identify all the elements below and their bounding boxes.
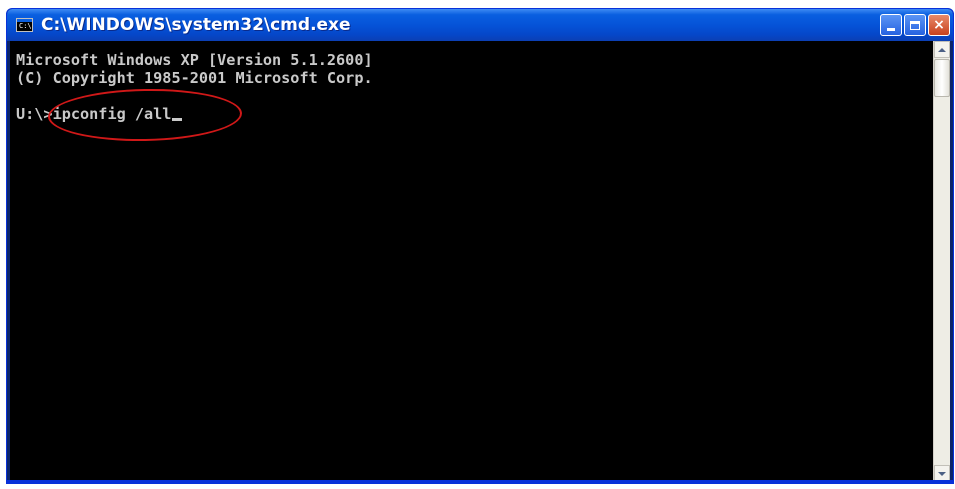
maximize-icon (910, 20, 920, 30)
minimize-icon (887, 28, 895, 31)
cmd-window: C:\ C:\WINDOWS\system32\cmd.exe × Micros… (6, 8, 954, 484)
console-line-copyright: (C) Copyright 1985-2001 Microsoft Corp. (16, 69, 373, 87)
console-line-version: Microsoft Windows XP [Version 5.1.2600] (16, 51, 373, 69)
close-button[interactable]: × (928, 14, 950, 36)
arrow-down-icon (938, 471, 946, 476)
scroll-up-button[interactable] (934, 41, 950, 58)
console-output[interactable]: Microsoft Windows XP [Version 5.1.2600] … (10, 41, 933, 482)
highlight-ellipse (47, 87, 243, 143)
scroll-thumb[interactable] (934, 59, 950, 97)
close-icon: × (933, 17, 945, 33)
window-bottom-border (7, 480, 953, 483)
title-bar[interactable]: C:\ C:\WINDOWS\system32\cmd.exe × (7, 9, 953, 41)
maximize-button[interactable] (904, 14, 926, 36)
minimize-button[interactable] (880, 14, 902, 36)
vertical-scrollbar[interactable] (933, 41, 950, 482)
cmd-icon[interactable]: C:\ (16, 18, 33, 32)
prompt-text: U:\> (16, 105, 53, 123)
window-title: C:\WINDOWS\system32\cmd.exe (41, 15, 351, 35)
arrow-up-icon (938, 47, 946, 52)
